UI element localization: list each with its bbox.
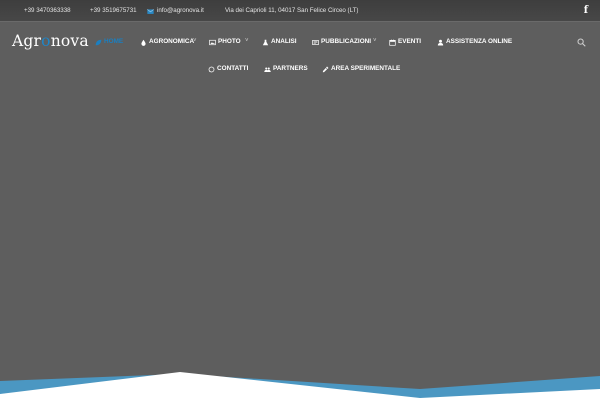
main-navigation: HOME AGRONOMICA ˅ PHOTO ˅ ANALISI PUBBLI… [0,0,600,90]
nav-item-home[interactable]: HOME [95,36,123,48]
chevron-down-icon[interactable]: ˅ [193,38,197,44]
nav-item-agronomica[interactable]: AGRONOMICA [140,36,194,48]
nav-label: PHOTO [218,38,241,45]
nav-label: HOME [104,38,124,45]
nav-item-partners[interactable]: PARTNERS [264,63,308,75]
bottom-wave-divider [0,372,600,400]
leaf-icon [95,39,102,45]
nav-label: PUBBLICAZIONI [321,38,372,45]
users-icon [264,66,271,72]
nav-label: ASSISTENZA ONLINE [446,38,513,45]
nav-label: PARTNERS [273,65,308,72]
nav-item-assistenza-online[interactable]: ASSISTENZA ONLINE [437,36,512,48]
nav-item-contatti[interactable]: CONTATTI [208,63,248,75]
nav-label: AGRONOMICA [149,38,195,45]
flask-icon [262,39,269,45]
image-icon [209,39,216,45]
user-icon [437,39,444,45]
nav-label: AREA SPERIMENTALE [331,65,401,72]
eyedropper-icon [322,66,329,72]
nav-item-photo[interactable]: PHOTO [209,36,241,48]
nav-label: EVENTI [398,38,422,45]
chevron-down-icon[interactable]: ˅ [373,38,377,44]
nav-item-area-sperimentale[interactable]: AREA SPERIMENTALE [322,63,400,75]
chevron-down-icon[interactable]: ˅ [245,38,249,44]
tint-icon [141,39,146,46]
whatsapp-icon [208,66,215,72]
nav-item-analisi[interactable]: ANALISI [262,36,297,48]
nav-item-eventi[interactable]: EVENTI [389,36,421,48]
calendar-icon [389,39,396,46]
nav-label: ANALISI [271,38,297,45]
search-icon[interactable] [577,38,586,47]
nav-item-pubblicazioni[interactable]: PUBBLICAZIONI [312,36,371,48]
nav-label: CONTATTI [217,65,249,72]
newspaper-icon [312,39,319,45]
